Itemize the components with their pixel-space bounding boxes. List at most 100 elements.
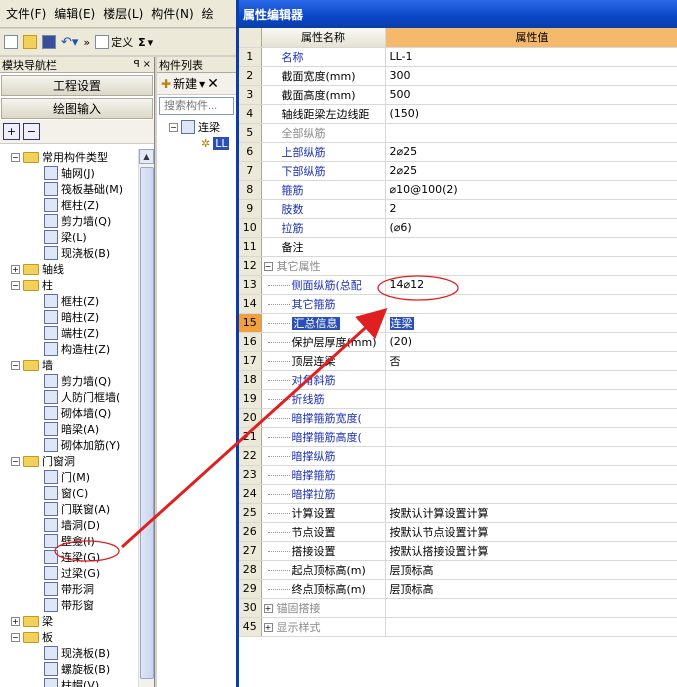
property-value-cell[interactable]: 层顶标高 <box>385 579 677 599</box>
property-name-cell[interactable]: 截面宽度(mm) <box>261 66 386 86</box>
menu-edit[interactable]: 编辑(E) <box>50 5 99 22</box>
scroll-up-icon[interactable]: ▲ <box>139 149 154 164</box>
property-row[interactable]: 26 节点设置 按默认节点设置计算 <box>239 522 677 542</box>
property-value-cell[interactable] <box>385 389 677 409</box>
tree-item[interactable]: + 梁 <box>0 613 138 629</box>
expand-icon[interactable]: + <box>263 604 273 613</box>
property-name-cell[interactable]: 全部纵筋 <box>261 123 386 143</box>
property-row[interactable]: 28 起点顶标高(m) 层顶标高 <box>239 560 677 580</box>
expand-all-icon[interactable]: + <box>3 123 20 140</box>
engineering-settings-button[interactable]: 工程设置 <box>1 75 153 96</box>
property-name-cell[interactable]: 汇总信息 <box>261 313 386 333</box>
property-row[interactable]: 15 汇总信息 连梁 <box>239 313 677 333</box>
property-value-cell[interactable]: (⌀6) <box>385 218 677 238</box>
property-name-cell[interactable]: 折线筋 <box>261 389 386 409</box>
property-row[interactable]: 14 其它箍筋 <box>239 294 677 314</box>
property-value-cell[interactable]: 2⌀25 <box>385 142 677 162</box>
property-value-cell[interactable] <box>385 598 677 618</box>
property-name-cell[interactable]: 暗撑拉筋 <box>261 484 386 504</box>
property-value-cell[interactable] <box>385 617 677 637</box>
property-value-cell[interactable]: (20) <box>385 332 677 352</box>
property-value-cell[interactable]: LL-1 <box>385 47 677 67</box>
property-value-cell[interactable]: 2⌀25 <box>385 161 677 181</box>
property-value-cell[interactable] <box>385 446 677 466</box>
undo-icon[interactable]: ↶▾ <box>61 35 78 50</box>
property-name-cell[interactable]: 备注 <box>261 237 386 257</box>
property-row[interactable]: 5 全部纵筋 <box>239 123 677 143</box>
collapse-icon[interactable]: − <box>11 152 20 162</box>
menu-component[interactable]: 构件(N) <box>147 5 197 22</box>
property-row[interactable]: 6 上部纵筋 2⌀25 <box>239 142 677 162</box>
chevron-down-icon[interactable]: ▾ <box>199 77 205 91</box>
property-value-cell[interactable]: 否 <box>385 351 677 371</box>
property-row[interactable]: 25 计算设置 按默认计算设置计算 <box>239 503 677 523</box>
property-name-cell[interactable]: 箍筋 <box>261 180 386 200</box>
property-value-cell[interactable]: 连梁 <box>385 313 677 333</box>
tree-item[interactable]: − 板 <box>0 629 138 645</box>
tree-item[interactable]: 带形洞 <box>0 581 138 597</box>
new-file-icon[interactable] <box>4 35 18 49</box>
property-row[interactable]: 13 侧面纵筋(总配 14⌀12 <box>239 275 677 295</box>
property-name-cell[interactable]: 截面高度(mm) <box>261 85 386 105</box>
property-value-cell[interactable]: 按默认搭接设置计算 <box>385 541 677 561</box>
property-row[interactable]: 18 对角斜筋 <box>239 370 677 390</box>
menu-file[interactable]: 文件(F) <box>2 5 50 22</box>
property-name-cell[interactable]: 上部纵筋 <box>261 142 386 162</box>
property-row[interactable]: 21 暗撑箍筋高度( <box>239 427 677 447</box>
property-name-cell[interactable]: 暗撑箍筋宽度( <box>261 408 386 428</box>
property-name-cell[interactable]: 拉筋 <box>261 218 386 238</box>
property-row[interactable]: 45 + 显示样式 <box>239 617 677 637</box>
property-row[interactable]: 12− 其它属性 <box>239 256 677 276</box>
tree-item[interactable]: 剪力墙(Q) <box>0 373 138 389</box>
property-row[interactable]: 8 箍筋 ⌀10@100(2) <box>239 180 677 200</box>
drawing-input-button[interactable]: 绘图输入 <box>1 98 153 119</box>
tree-item[interactable]: − 门窗洞 <box>0 453 138 469</box>
search-input[interactable] <box>159 97 234 115</box>
property-value-cell[interactable]: 300 <box>385 66 677 86</box>
tree-item[interactable]: 暗柱(Z) <box>0 309 138 325</box>
property-row[interactable]: 29 终点顶标高(m) 层顶标高 <box>239 579 677 599</box>
tree-item[interactable]: − 柱 <box>0 277 138 293</box>
property-value-cell[interactable] <box>385 484 677 504</box>
property-value-cell[interactable] <box>385 256 677 276</box>
tree-item[interactable]: 现浇板(B) <box>0 645 138 661</box>
property-value-cell[interactable]: 层顶标高 <box>385 560 677 580</box>
property-row[interactable]: 24 暗撑拉筋 <box>239 484 677 504</box>
sum-button[interactable]: Σ ▾ <box>138 36 153 49</box>
property-row[interactable]: 11 备注 <box>239 237 677 257</box>
tree-item[interactable]: − 常用构件类型 <box>0 149 138 165</box>
tree-item[interactable]: 砌体加筋(Y) <box>0 437 138 453</box>
property-value-cell[interactable]: 按默认节点设置计算 <box>385 522 677 542</box>
tree-item[interactable]: 过梁(G) <box>0 565 138 581</box>
tree-item[interactable]: + 轴线 <box>0 261 138 277</box>
property-name-cell[interactable]: 侧面纵筋(总配 <box>261 275 386 295</box>
property-row[interactable]: 10 拉筋 (⌀6) <box>239 218 677 238</box>
list-item[interactable]: ✲ LL <box>157 135 236 151</box>
property-row[interactable]: 22 暗撑纵筋 <box>239 446 677 466</box>
tree-item[interactable]: 筏板基础(M) <box>0 181 138 197</box>
tree-item[interactable]: 壁龛(I) <box>0 533 138 549</box>
collapse-icon[interactable]: − <box>263 262 273 271</box>
property-row[interactable]: 16 保护层厚度(mm) (20) <box>239 332 677 352</box>
property-name-cell[interactable]: 搭接设置 <box>261 541 386 561</box>
save-icon[interactable] <box>42 35 56 49</box>
property-row[interactable]: 19 折线筋 <box>239 389 677 409</box>
property-name-cell[interactable]: 暗撑箍筋高度( <box>261 427 386 447</box>
tree-item[interactable]: 框柱(Z) <box>0 293 138 309</box>
property-name-cell[interactable]: 肢数 <box>261 199 386 219</box>
collapse-icon[interactable]: − <box>11 456 20 466</box>
pin-icon[interactable]: ꟼ <box>134 59 140 70</box>
property-value-cell[interactable] <box>385 427 677 447</box>
tree-item[interactable]: 剪力墙(Q) <box>0 213 138 229</box>
collapse-icon[interactable]: − <box>169 122 178 132</box>
tree-item[interactable]: 端柱(Z) <box>0 325 138 341</box>
property-name-cell[interactable]: 节点设置 <box>261 522 386 542</box>
property-name-cell[interactable]: 保护层厚度(mm) <box>261 332 386 352</box>
new-button[interactable]: 新建 <box>173 75 197 92</box>
property-row[interactable]: 7 下部纵筋 2⌀25 <box>239 161 677 181</box>
property-value-cell[interactable]: 14⌀12 <box>385 275 677 295</box>
property-row[interactable]: 4 轴线距梁左边线距 (150) <box>239 104 677 124</box>
property-row[interactable]: 2 截面宽度(mm) 300 <box>239 66 677 86</box>
tree-item[interactable]: 门联窗(A) <box>0 501 138 517</box>
menu-floor[interactable]: 楼层(L) <box>99 5 147 22</box>
